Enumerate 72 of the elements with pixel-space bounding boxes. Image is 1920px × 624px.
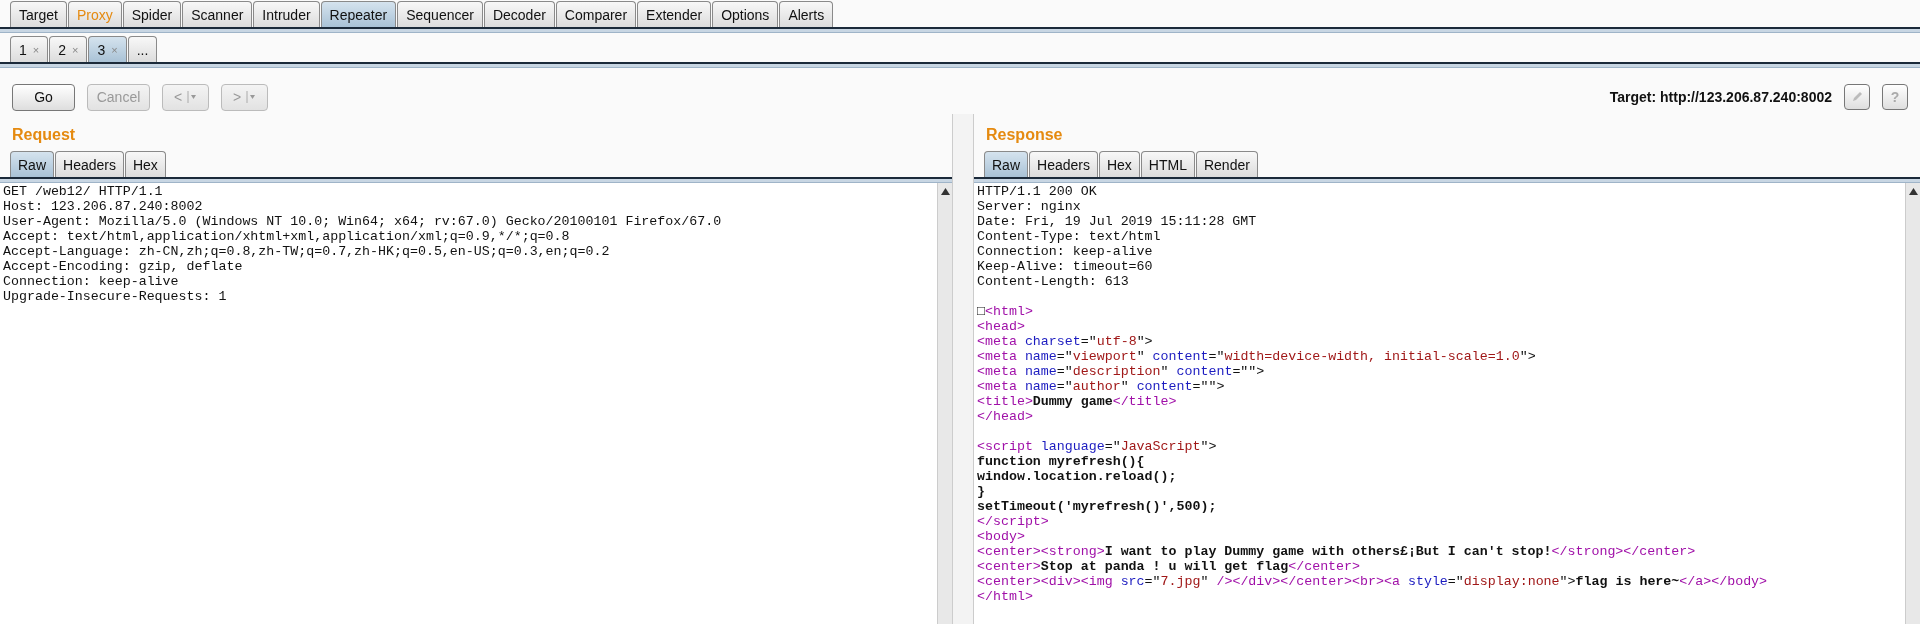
code-line: Accept-Encoding: gzip, deflate: [3, 259, 244, 274]
code-line: □<html>: [977, 304, 1034, 319]
code-line: <center>Stop at panda ! u will get flag</center>: [977, 559, 1362, 574]
main-tab[interactable]: Alerts: [779, 1, 834, 27]
code-line: Content-Length: 613: [977, 274, 1130, 289]
scroll-up-icon: [1908, 187, 1918, 195]
main-tab[interactable]: Spider: [122, 1, 182, 27]
code-line: <meta name="viewport" content="width=device-width, initial-scale=1.0">: [977, 349, 1537, 364]
view-tab[interactable]: Raw: [984, 151, 1028, 177]
code-line: <title>Dummy game</title>: [977, 394, 1178, 409]
code-line: window.location.reload();: [977, 469, 1178, 484]
main-tab[interactable]: Intruder: [253, 1, 320, 27]
view-tab[interactable]: HTML: [1140, 151, 1195, 177]
code-line: Connection: keep-alive: [977, 244, 1154, 259]
code-line: <meta name="author" content="">: [977, 379, 1226, 394]
main-tab[interactable]: Comparer: [555, 1, 637, 27]
splitter-handle[interactable]: [952, 114, 974, 624]
code-line: <meta charset="utf-8">: [977, 334, 1154, 349]
request-tab[interactable]: 3 ×: [88, 36, 127, 62]
code-line: </script>: [977, 514, 1050, 529]
code-line: Connection: keep-alive: [3, 274, 180, 289]
code-line: Server: nginx: [977, 199, 1082, 214]
code-line: Date: Fri, 19 Jul 2019 15:11:28 GMT: [977, 214, 1258, 229]
view-tab[interactable]: Hex: [124, 151, 166, 177]
code-line: Host: 123.206.87.240:8002: [3, 199, 204, 214]
code-line: Accept: text/html,application/xhtml+xml,application/xml;q=0.9,*/*;q=0.8: [3, 229, 571, 244]
code-line: <head>: [977, 319, 1026, 334]
scrollbar[interactable]: [937, 183, 952, 624]
view-tab[interactable]: Headers: [55, 151, 124, 177]
code-line: Keep-Alive: timeout=60: [977, 259, 1154, 274]
code-line: <center><div><img src="7.jpg" /></div></center><br><a style="display:none">flag is here~</a></body>: [977, 574, 1769, 589]
response-editor[interactable]: [974, 183, 1920, 624]
main-tab[interactable]: Scanner: [182, 1, 253, 27]
code-line: Accept-Language: zh-CN,zh;q=0.8,zh-TW;q=0.7,zh-HK;q=0.5,en-US;q=0.3,en;q=0.2: [3, 244, 611, 259]
toolbar-button[interactable]: Go: [12, 83, 75, 111]
scroll-up-icon: [940, 187, 950, 195]
caret-icon: [246, 91, 257, 103]
view-tab[interactable]: Headers: [1029, 151, 1098, 177]
code-line: </html>: [977, 589, 1034, 604]
code-line: setTimeout('myrefresh()',500);: [977, 499, 1218, 514]
target-label: Target: http://123.206.87.240:8002: [1609, 89, 1832, 105]
code-line: Upgrade-Insecure-Requests: 1: [3, 289, 228, 304]
edit-target-button[interactable]: [1844, 84, 1870, 110]
code-line: <script language="JavaScript">: [977, 439, 1218, 454]
view-tab[interactable]: Render: [1195, 151, 1258, 177]
main-tab[interactable]: Target: [10, 1, 67, 27]
pane-title: Request: [11, 125, 77, 145]
main-tab[interactable]: Extender: [637, 1, 712, 27]
code-line: HTTP/1.1 200 OK: [977, 184, 1098, 199]
main-tab[interactable]: Decoder: [483, 1, 555, 27]
scrollbar[interactable]: [1905, 183, 1920, 624]
main-tab[interactable]: Repeater: [320, 1, 397, 27]
new-tab-button[interactable]: ...: [127, 36, 158, 62]
code-line: </head>: [977, 409, 1034, 424]
main-tab[interactable]: Sequencer: [397, 1, 483, 27]
view-tab[interactable]: Hex: [1098, 151, 1140, 177]
code-line: GET /web12/ HTTP/1.1: [3, 184, 164, 199]
code-line: Content-Type: text/html: [977, 229, 1162, 244]
request-tab[interactable]: 2 ×: [49, 36, 88, 62]
code-line: <center><strong>I want to play Dummy game with others£¡But I can't stop!</strong></center>: [977, 544, 1697, 559]
request-editor[interactable]: [0, 183, 952, 624]
code-line: <meta name="description" content="">: [977, 364, 1266, 379]
pencil-icon: [1851, 91, 1863, 103]
code-line: <body>: [977, 529, 1026, 544]
caret-icon: [187, 91, 198, 103]
code-line: }: [977, 484, 986, 499]
pane-title: Response: [985, 125, 1064, 145]
request-tab[interactable]: 1 ×: [10, 36, 49, 62]
code-line: User-Agent: Mozilla/5.0 (Windows NT 10.0; Win64; x64; rv:67.0) Gecko/20100101 Firefox/67.0: [3, 214, 723, 229]
main-tab[interactable]: Options: [712, 1, 779, 27]
view-tab[interactable]: Raw: [10, 151, 54, 177]
code-line: function myrefresh(){: [977, 454, 1146, 469]
